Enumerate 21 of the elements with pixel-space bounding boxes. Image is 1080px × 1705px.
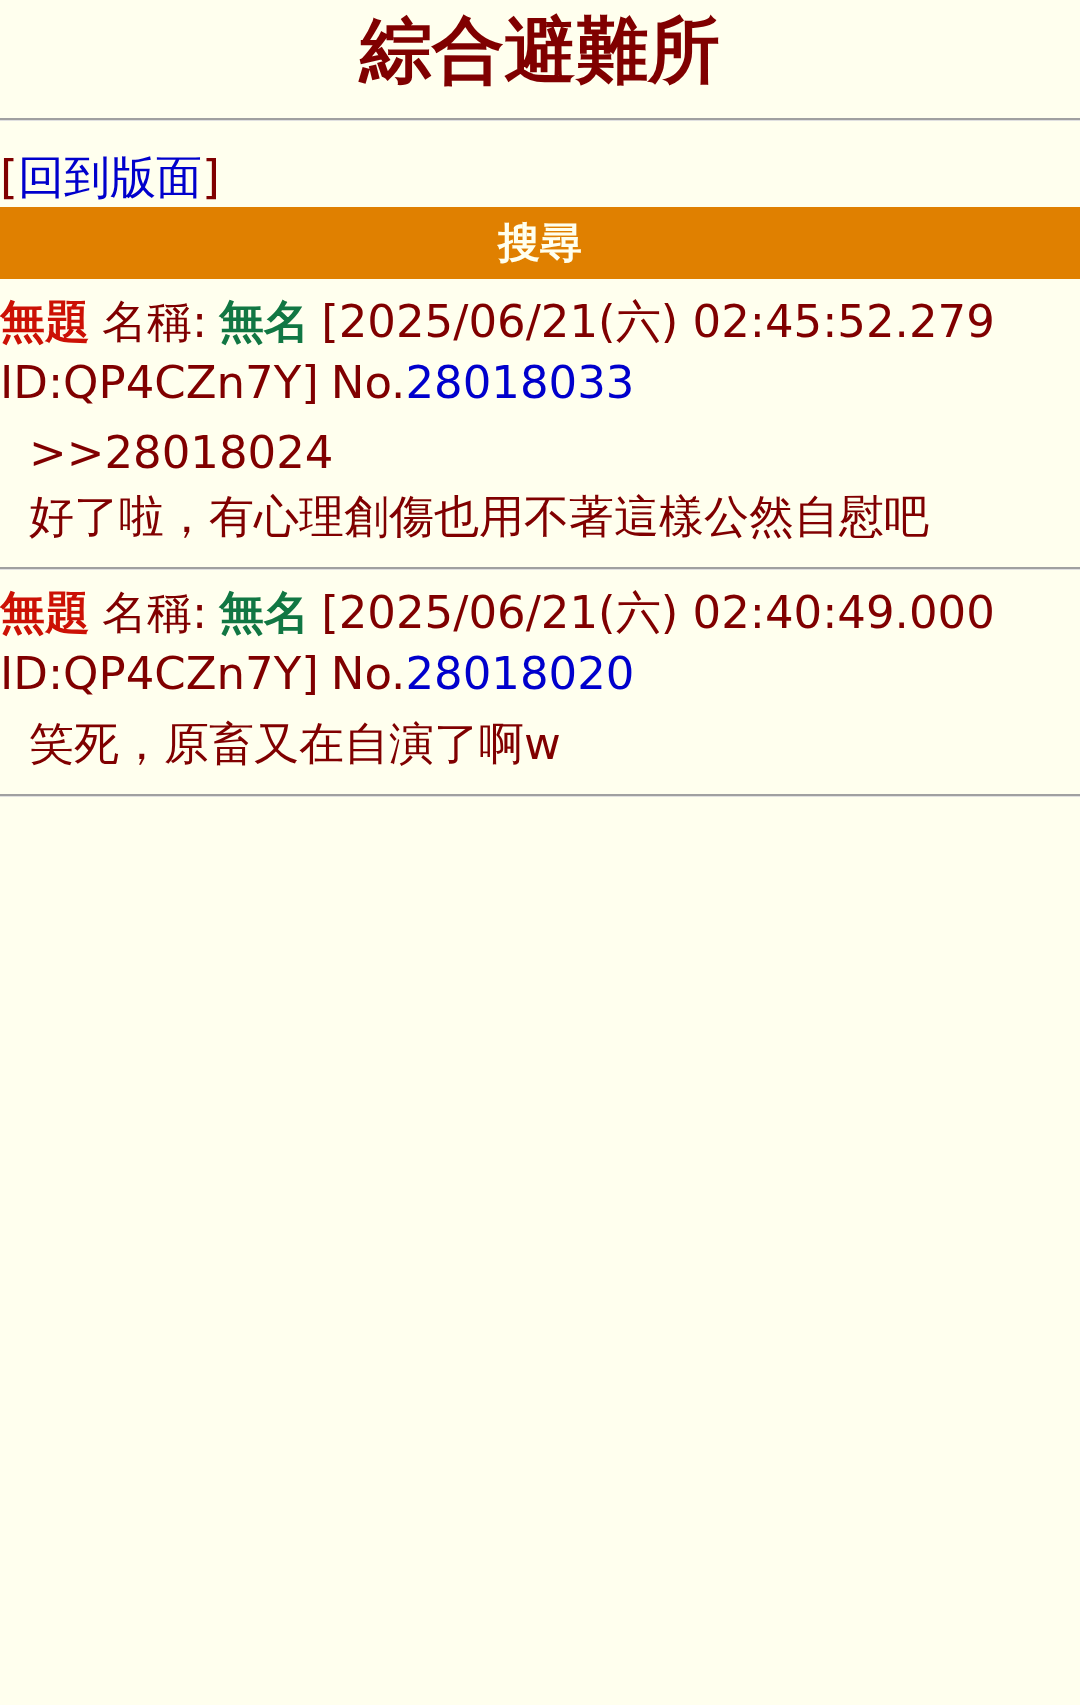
- number-label: No.: [330, 355, 406, 411]
- post-datetime: [2025/06/21(六) 02:45:52.279: [321, 294, 995, 350]
- poster-name: 無名: [219, 585, 310, 641]
- post-text: >>28018024: [29, 425, 335, 481]
- post-datetime: [2025/06/21(六) 02:40:49.000: [321, 585, 995, 641]
- poster-id: ID:QP4CZn7Y]: [0, 646, 319, 702]
- post-number-link[interactable]: 28018033: [405, 352, 635, 413]
- poster-id: ID:QP4CZn7Y]: [0, 355, 319, 411]
- name-label: 名稱:: [102, 585, 208, 641]
- post-text: 好了啦，有心理創傷也用不著這樣公然自慰吧: [29, 489, 930, 545]
- back-link[interactable]: 回到版面: [17, 147, 202, 207]
- bracket: [: [0, 149, 18, 206]
- board-title: 綜合避難所: [357, 7, 721, 94]
- bracket: ]: [201, 149, 220, 206]
- name-label: 名稱:: [102, 294, 208, 350]
- post-number-link[interactable]: 28018020: [405, 643, 635, 704]
- post-subject: 無題: [0, 294, 90, 350]
- post-text: 笑死，原畜又在自演了啊w: [29, 716, 562, 772]
- poster-name: 無名: [219, 294, 310, 350]
- post-subject: 無題: [0, 585, 90, 641]
- number-label: No.: [330, 646, 406, 702]
